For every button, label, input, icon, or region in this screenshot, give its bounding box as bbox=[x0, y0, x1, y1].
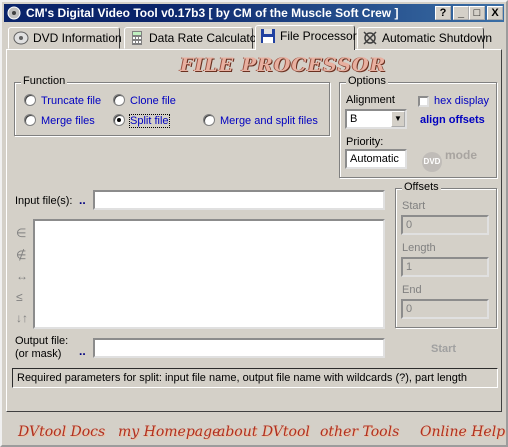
input-files-label: Input file(s): bbox=[15, 195, 73, 207]
tab-label: Data Rate Calculator bbox=[149, 31, 261, 45]
shutdown-icon bbox=[363, 31, 377, 45]
function-group-label: Function bbox=[21, 75, 68, 87]
input-file-list[interactable] bbox=[33, 219, 385, 329]
radio-indicator bbox=[113, 94, 125, 106]
less-equal-icon[interactable]: ≤ bbox=[16, 290, 23, 304]
dvd-icon bbox=[13, 31, 29, 45]
swap-icon[interactable]: ↔ bbox=[16, 269, 28, 283]
maximize-button[interactable]: □ bbox=[469, 6, 485, 20]
radio-clone-file[interactable]: Clone file bbox=[113, 94, 176, 107]
start-offset-label: Start bbox=[402, 200, 426, 212]
radio-merge-files[interactable]: Merge files bbox=[24, 114, 95, 127]
title-bar[interactable]: CM's Digital Video Tool v0.17b3 [ by CM … bbox=[4, 4, 504, 22]
priority-field[interactable]: Automatic bbox=[345, 149, 407, 169]
app-window: CM's Digital Video Tool v0.17b3 [ by CM … bbox=[0, 0, 508, 447]
hex-display-checkbox[interactable] bbox=[418, 96, 429, 107]
end-offset-label: End bbox=[402, 284, 422, 296]
link-other-tools[interactable]: other Tools bbox=[320, 424, 399, 440]
floppy-icon bbox=[261, 29, 275, 43]
radio-indicator bbox=[24, 114, 36, 126]
radio-indicator bbox=[203, 114, 215, 126]
dvd-mode-indicator: DVD mode bbox=[422, 148, 477, 172]
input-file-field[interactable] bbox=[93, 190, 385, 210]
link-dvtool-docs[interactable]: DVtool Docs bbox=[18, 424, 105, 440]
radio-indicator bbox=[24, 94, 36, 106]
dvd-logo-icon: DVD bbox=[422, 152, 442, 172]
app-icon bbox=[7, 6, 21, 20]
tab-automatic-shutdown[interactable]: Automatic Shutdown bbox=[357, 27, 492, 49]
link-my-homepage[interactable]: my Homepage bbox=[118, 424, 220, 440]
radio-label: Split file bbox=[129, 114, 170, 128]
calculator-icon bbox=[132, 31, 142, 45]
alignment-value: B bbox=[350, 113, 358, 125]
chevron-down-icon[interactable]: ▼ bbox=[391, 111, 405, 127]
tab-label: DVD Information bbox=[33, 31, 122, 45]
length-label: Length bbox=[402, 242, 436, 254]
alignment-label: Alignment bbox=[346, 94, 395, 106]
link-about-dvtool[interactable]: about DVtool bbox=[217, 424, 310, 440]
radio-label: Merge files bbox=[41, 115, 95, 127]
output-file-label: Output file: bbox=[15, 335, 69, 347]
radio-label: Merge and split files bbox=[220, 115, 318, 127]
length-field[interactable]: 1 bbox=[401, 257, 489, 277]
radio-merge-and-split[interactable]: Merge and split files bbox=[203, 114, 318, 127]
function-group: Function bbox=[14, 75, 330, 136]
radio-truncate-file[interactable]: Truncate file bbox=[24, 94, 101, 107]
radio-split-file[interactable]: Split file bbox=[113, 114, 170, 128]
tab-label: Automatic Shutdown bbox=[382, 31, 493, 45]
output-browse-button[interactable]: .. bbox=[79, 344, 86, 358]
alignment-select[interactable]: B ▼ bbox=[345, 109, 407, 129]
link-online-help[interactable]: Online Help bbox=[420, 424, 505, 440]
close-button[interactable]: X bbox=[487, 6, 503, 20]
tab-dvd-information[interactable]: DVD Information bbox=[8, 27, 122, 49]
minimize-button[interactable]: _ bbox=[453, 6, 469, 20]
window-title: CM's Digital Video Tool v0.17b3 [ by CM … bbox=[26, 6, 399, 20]
tab-label: File Processor bbox=[280, 29, 357, 43]
output-mask-label: (or mask) bbox=[15, 348, 62, 360]
radio-label: Truncate file bbox=[41, 95, 102, 107]
sort-icon[interactable]: ↓↑ bbox=[16, 311, 28, 325]
dvd-mode-label: mode bbox=[445, 148, 478, 162]
not-element-of-icon[interactable]: ∉ bbox=[16, 248, 26, 262]
priority-label: Priority: bbox=[346, 136, 384, 148]
radio-indicator-selected bbox=[113, 114, 125, 126]
end-offset-field[interactable]: 0 bbox=[401, 299, 489, 319]
output-file-field[interactable] bbox=[93, 338, 385, 358]
start-offset-field[interactable]: 0 bbox=[401, 215, 489, 235]
input-browse-button[interactable]: .. bbox=[79, 193, 86, 207]
hex-display-label[interactable]: hex display bbox=[434, 95, 489, 107]
status-message: Required parameters for split: input fil… bbox=[12, 368, 498, 388]
tab-file-processor[interactable]: File Processor bbox=[255, 25, 357, 50]
offsets-group-label: Offsets bbox=[402, 181, 441, 193]
options-group-label: Options bbox=[346, 75, 388, 87]
element-of-icon[interactable]: ∈ bbox=[16, 226, 26, 240]
start-button[interactable]: Start bbox=[431, 343, 456, 355]
panel-title-banner: FILE PROCESSOR bbox=[180, 54, 387, 76]
help-button[interactable]: ? bbox=[435, 6, 451, 20]
tab-data-rate-calculator[interactable]: Data Rate Calculator bbox=[124, 27, 260, 49]
radio-label: Clone file bbox=[130, 95, 176, 107]
align-offsets-label[interactable]: align offsets bbox=[420, 114, 485, 126]
